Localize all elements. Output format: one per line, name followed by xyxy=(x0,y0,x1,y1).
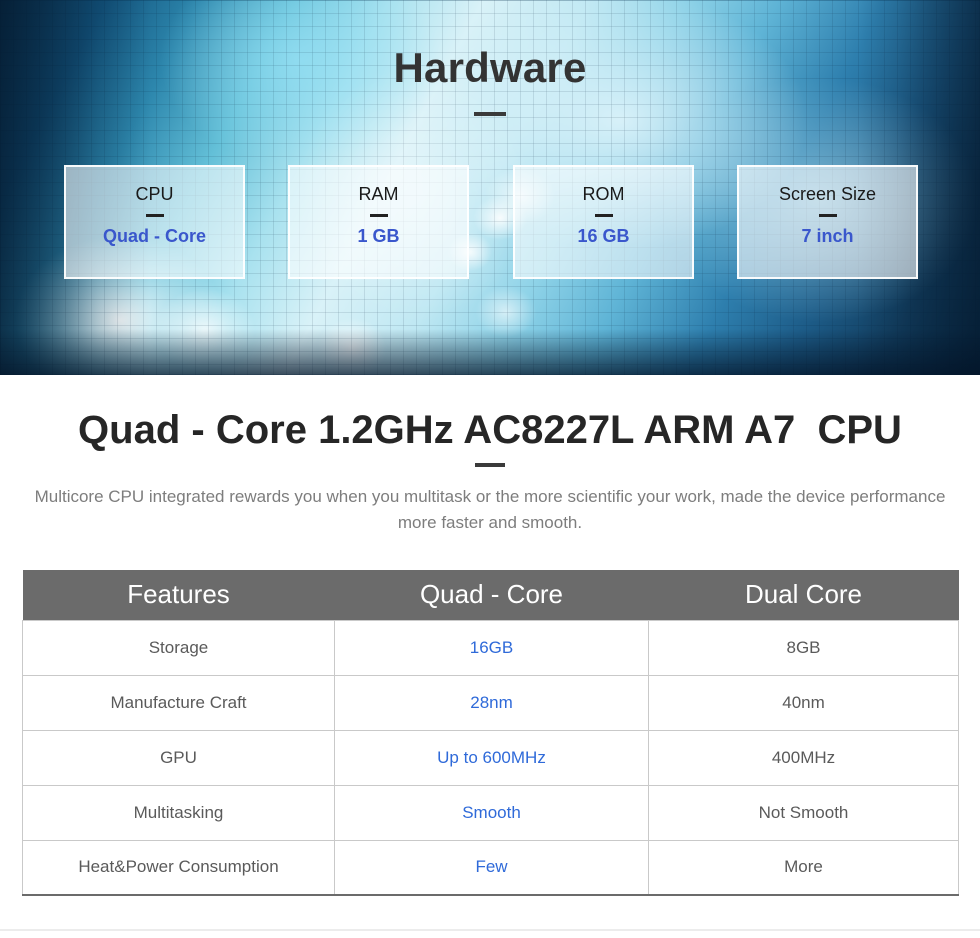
column-header-features: Features xyxy=(22,570,335,620)
cell-dual-value: More xyxy=(648,839,959,896)
spec-card-label: CPU xyxy=(135,184,174,204)
cell-quad-value: Smooth xyxy=(334,784,649,841)
cell-quad-value: Few xyxy=(334,839,649,896)
hero-title: Hardware xyxy=(393,44,587,91)
spec-card-label: RAM xyxy=(358,184,399,204)
cell-feature: Manufacture Craft xyxy=(22,674,335,731)
spec-card-divider xyxy=(145,213,164,217)
spec-card-label: ROM xyxy=(582,184,625,204)
table-row: GPU Up to 600MHz 400MHz xyxy=(22,729,959,786)
cell-dual-value: 400MHz xyxy=(648,729,959,786)
spec-card-value: 7 inch xyxy=(801,225,854,246)
cell-feature: Heat&Power Consumption xyxy=(22,839,335,896)
section-title-underline xyxy=(475,463,505,467)
hero-vignette-bottom xyxy=(0,329,980,375)
table-row: Storage 16GB 8GB xyxy=(22,619,959,676)
product-detail-page: Hardware CPU Quad - Core RAM 1 GB ROM 16… xyxy=(0,0,980,938)
section-title: Quad - Core 1.2GHz AC8227L ARM A7 CPU xyxy=(78,408,902,452)
cell-quad-value: 16GB xyxy=(334,619,649,676)
hero-spec-card-list: CPU Quad - Core RAM 1 GB ROM 16 GB Scree… xyxy=(0,165,980,280)
table-row: Multitasking Smooth Not Smooth xyxy=(22,784,959,841)
cell-dual-value: 40nm xyxy=(648,674,959,731)
cell-dual-value: 8GB xyxy=(648,619,959,676)
spec-card-label: Screen Size xyxy=(778,184,877,204)
spec-card-cpu: CPU Quad - Core xyxy=(64,165,245,279)
table-head: Features Quad - Core Dual Core xyxy=(22,570,959,620)
spec-card-screen-size: Screen Size 7 inch xyxy=(737,165,918,279)
spec-card-value: Quad - Core xyxy=(102,225,206,246)
page-bottom-divider xyxy=(0,929,980,931)
cell-feature: Storage xyxy=(22,619,335,676)
column-header-quad-core: Quad - Core xyxy=(334,570,649,620)
cell-feature: GPU xyxy=(22,729,335,786)
spec-card-ram: RAM 1 GB xyxy=(288,165,469,279)
cell-quad-value: Up to 600MHz xyxy=(334,729,649,786)
section-description: Multicore CPU integrated rewards you whe… xyxy=(34,487,946,533)
table-body: Storage 16GB 8GB Manufacture Craft 28nm … xyxy=(22,619,959,896)
spec-card-divider xyxy=(594,213,613,217)
table-header-row: Features Quad - Core Dual Core xyxy=(22,570,959,620)
column-header-dual-core: Dual Core xyxy=(648,570,959,620)
spec-card-divider xyxy=(818,213,837,217)
cell-dual-value: Not Smooth xyxy=(648,784,959,841)
comparison-table: Features Quad - Core Dual Core Storage 1… xyxy=(22,570,959,896)
hero-banner: Hardware CPU Quad - Core RAM 1 GB ROM 16… xyxy=(0,0,980,375)
hero-title-underline xyxy=(474,112,506,116)
spec-card-rom: ROM 16 GB xyxy=(513,165,694,279)
spec-card-divider xyxy=(369,213,388,217)
cell-feature: Multitasking xyxy=(22,784,335,841)
cell-quad-value: 28nm xyxy=(334,674,649,731)
spec-card-value: 1 GB xyxy=(357,225,400,246)
cpu-section: Quad - Core 1.2GHz AC8227L ARM A7 CPU Mu… xyxy=(0,375,980,537)
table-row: Manufacture Craft 28nm 40nm xyxy=(22,674,959,731)
table-row: Heat&Power Consumption Few More xyxy=(22,839,959,896)
spec-card-value: 16 GB xyxy=(577,225,630,246)
